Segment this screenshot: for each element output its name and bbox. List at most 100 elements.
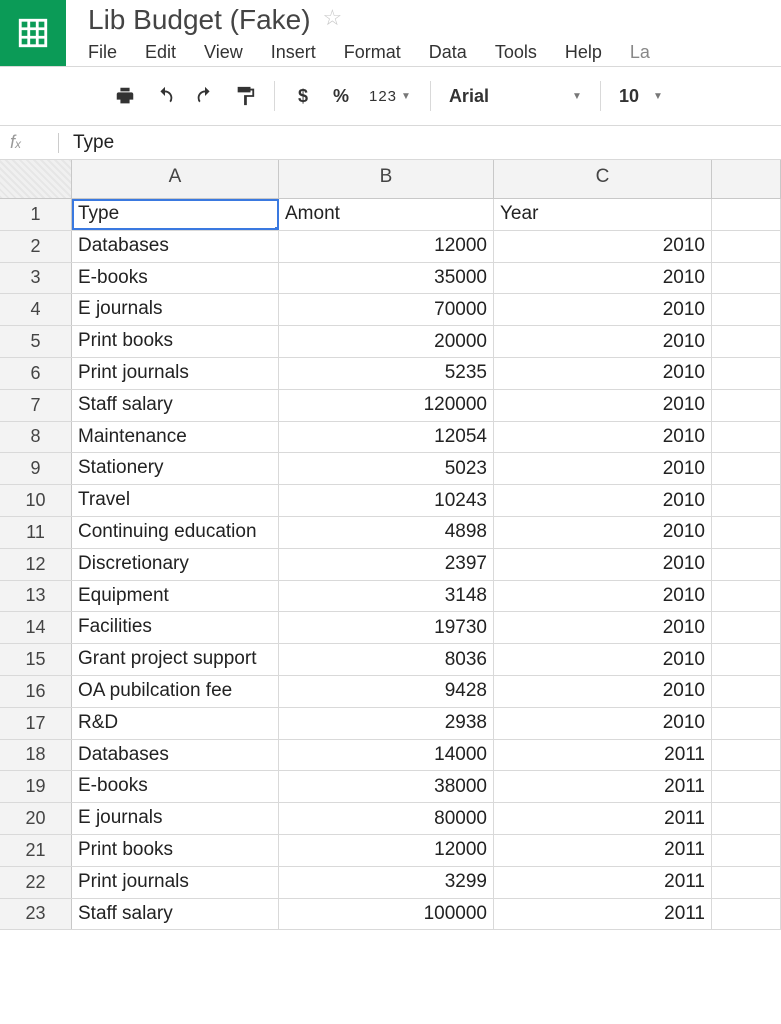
row-header[interactable]: 11 xyxy=(0,517,72,548)
cell[interactable]: 12000 xyxy=(279,835,494,866)
star-icon[interactable]: ☆ xyxy=(322,5,342,31)
cell[interactable] xyxy=(712,517,781,548)
row-header[interactable]: 12 xyxy=(0,549,72,580)
cell[interactable]: 2011 xyxy=(494,867,712,898)
cell[interactable]: Travel xyxy=(72,485,279,516)
menu-data[interactable]: Data xyxy=(429,42,467,63)
cell[interactable] xyxy=(712,199,781,230)
cell[interactable]: OA pubilcation fee xyxy=(72,676,279,707)
cell[interactable]: Facilities xyxy=(72,612,279,643)
cell[interactable]: 2010 xyxy=(494,294,712,325)
row-header[interactable]: 7 xyxy=(0,390,72,421)
cell[interactable] xyxy=(712,422,781,453)
cell[interactable]: Maintenance xyxy=(72,422,279,453)
menu-tools[interactable]: Tools xyxy=(495,42,537,63)
cell[interactable]: Staff salary xyxy=(72,899,279,930)
cell[interactable]: E journals xyxy=(72,294,279,325)
row-header[interactable]: 13 xyxy=(0,581,72,612)
cell[interactable]: 2010 xyxy=(494,676,712,707)
font-size-picker[interactable]: 10 ▼ xyxy=(601,81,681,111)
select-all-corner[interactable] xyxy=(0,160,72,198)
cell[interactable]: Databases xyxy=(72,740,279,771)
cell[interactable]: 70000 xyxy=(279,294,494,325)
cell[interactable]: Equipment xyxy=(72,581,279,612)
cell[interactable]: Amont xyxy=(279,199,494,230)
cell[interactable] xyxy=(712,612,781,643)
sheets-logo[interactable] xyxy=(0,0,66,66)
font-picker[interactable]: Arial ▼ xyxy=(431,81,601,111)
row-header[interactable]: 15 xyxy=(0,644,72,675)
paint-format-button[interactable] xyxy=(234,82,256,110)
menu-format[interactable]: Format xyxy=(344,42,401,63)
menu-help[interactable]: Help xyxy=(565,42,602,63)
cell[interactable] xyxy=(712,644,781,675)
cell[interactable]: 2010 xyxy=(494,549,712,580)
cell[interactable] xyxy=(712,358,781,389)
row-header[interactable]: 18 xyxy=(0,740,72,771)
column-header-c[interactable]: C xyxy=(494,160,712,198)
cell[interactable]: 38000 xyxy=(279,771,494,802)
cell[interactable]: 2010 xyxy=(494,485,712,516)
cell[interactable]: 2938 xyxy=(279,708,494,739)
undo-button[interactable] xyxy=(154,82,176,110)
cell[interactable]: 2010 xyxy=(494,358,712,389)
cell[interactable]: 12054 xyxy=(279,422,494,453)
cell[interactable]: 3148 xyxy=(279,581,494,612)
cell[interactable] xyxy=(712,835,781,866)
row-header[interactable]: 9 xyxy=(0,453,72,484)
row-header[interactable]: 14 xyxy=(0,612,72,643)
cell[interactable]: Print books xyxy=(72,835,279,866)
cell[interactable]: 5023 xyxy=(279,453,494,484)
cell[interactable] xyxy=(712,390,781,421)
cell[interactable]: Staff salary xyxy=(72,390,279,421)
cell[interactable]: 2010 xyxy=(494,708,712,739)
cell[interactable] xyxy=(712,581,781,612)
cell[interactable]: 5235 xyxy=(279,358,494,389)
row-header[interactable]: 17 xyxy=(0,708,72,739)
cell[interactable]: 2397 xyxy=(279,549,494,580)
cell[interactable]: 120000 xyxy=(279,390,494,421)
row-header[interactable]: 5 xyxy=(0,326,72,357)
cell[interactable]: 2010 xyxy=(494,581,712,612)
cell[interactable]: 35000 xyxy=(279,263,494,294)
cell[interactable]: 2010 xyxy=(494,390,712,421)
row-header[interactable]: 22 xyxy=(0,867,72,898)
cell[interactable]: 12000 xyxy=(279,231,494,262)
column-header-a[interactable]: A xyxy=(72,160,279,198)
cell[interactable] xyxy=(712,771,781,802)
cell[interactable]: 20000 xyxy=(279,326,494,357)
currency-button[interactable]: $ xyxy=(293,82,313,110)
cell[interactable]: 80000 xyxy=(279,803,494,834)
cell[interactable]: 2010 xyxy=(494,612,712,643)
cell[interactable]: 10243 xyxy=(279,485,494,516)
cell[interactable] xyxy=(712,549,781,580)
cell[interactable]: E-books xyxy=(72,771,279,802)
row-header[interactable]: 4 xyxy=(0,294,72,325)
cell[interactable]: Grant project support xyxy=(72,644,279,675)
menu-view[interactable]: View xyxy=(204,42,243,63)
cell[interactable]: E-books xyxy=(72,263,279,294)
cell[interactable]: 8036 xyxy=(279,644,494,675)
row-header[interactable]: 19 xyxy=(0,771,72,802)
cell[interactable]: 2010 xyxy=(494,644,712,675)
cell[interactable]: Print journals xyxy=(72,358,279,389)
column-header-b[interactable]: B xyxy=(279,160,494,198)
cell[interactable] xyxy=(712,899,781,930)
row-header[interactable]: 1 xyxy=(0,199,72,230)
cell[interactable]: 2010 xyxy=(494,263,712,294)
cell[interactable]: R&D xyxy=(72,708,279,739)
cell[interactable] xyxy=(712,263,781,294)
row-header[interactable]: 16 xyxy=(0,676,72,707)
cell[interactable]: 2011 xyxy=(494,803,712,834)
cell[interactable] xyxy=(712,708,781,739)
cell[interactable]: 9428 xyxy=(279,676,494,707)
cell[interactable]: Stationery xyxy=(72,453,279,484)
row-header[interactable]: 21 xyxy=(0,835,72,866)
number-format-button[interactable]: 123 ▼ xyxy=(369,82,412,110)
cell[interactable] xyxy=(712,867,781,898)
cell[interactable] xyxy=(712,740,781,771)
cell[interactable] xyxy=(712,453,781,484)
cell[interactable]: 2011 xyxy=(494,740,712,771)
cell[interactable] xyxy=(712,803,781,834)
cell[interactable]: Year xyxy=(494,199,712,230)
